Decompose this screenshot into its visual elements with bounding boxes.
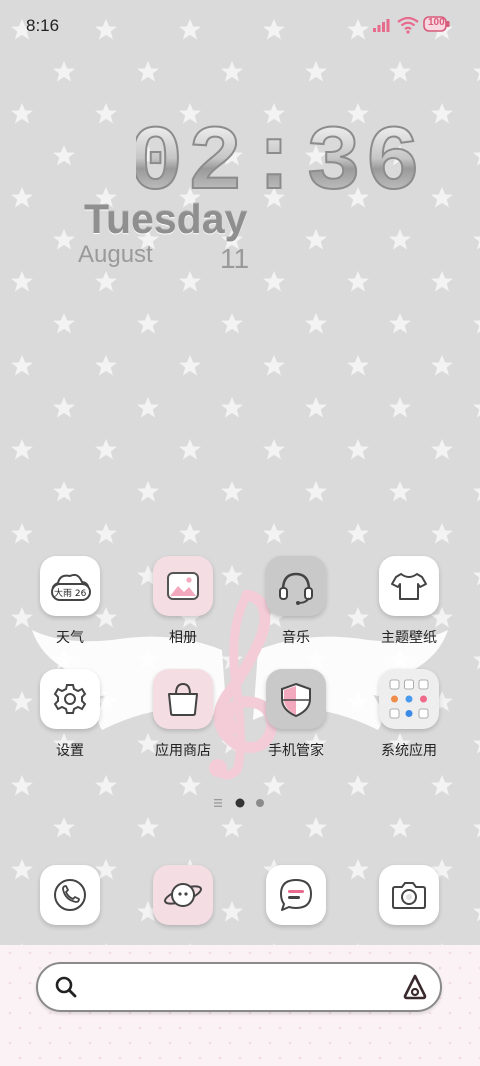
voice-assistant-icon[interactable]	[400, 972, 430, 1002]
gallery-icon	[153, 556, 213, 616]
settings-gear-icon	[40, 669, 100, 729]
app-store-bag-icon	[153, 669, 213, 729]
search-bar[interactable]	[36, 962, 442, 1012]
app-system-folder[interactable]: 系统应用	[364, 669, 454, 769]
phone-icon	[54, 879, 86, 911]
search-icon	[55, 976, 77, 998]
battery-level: 100	[428, 17, 445, 28]
theme-shirt-icon	[379, 556, 439, 616]
dock-camera[interactable]	[379, 865, 439, 925]
status-bar: 8:16 100	[0, 0, 480, 52]
app-label: 手机管家	[268, 743, 324, 759]
app-label: 应用商店	[155, 743, 211, 759]
wifi-icon	[397, 16, 419, 34]
app-weather[interactable]: 大雨 26 天气	[25, 556, 115, 656]
dock-messages[interactable]	[266, 865, 326, 925]
clock-month: August	[78, 241, 153, 268]
app-label: 音乐	[282, 630, 310, 646]
weather-badge: 大雨 26	[54, 589, 87, 599]
app-label: 天气	[56, 630, 84, 646]
app-label: 设置	[56, 743, 84, 759]
page-dot-active[interactable]	[235, 798, 245, 808]
clock-weekday: Tuesday	[84, 196, 248, 242]
messages-icon	[280, 879, 312, 911]
app-store[interactable]: 应用商店	[138, 669, 228, 769]
app-gallery[interactable]: 相册	[138, 556, 228, 656]
dock-phone[interactable]	[40, 865, 100, 925]
app-theme[interactable]: 主题壁纸	[364, 556, 454, 656]
clock-day: 11	[220, 243, 250, 274]
battery-icon: 100	[423, 15, 451, 33]
system-apps-folder-icon	[379, 669, 439, 729]
browser-planet-icon	[164, 883, 202, 907]
signal-icon	[373, 19, 390, 32]
status-time: 8:16	[26, 16, 60, 35]
page-list-icon	[214, 799, 222, 807]
app-music[interactable]: 音乐	[251, 556, 341, 656]
clock-digits: 02:36	[136, 110, 416, 210]
page-dot[interactable]	[256, 799, 264, 807]
dock-browser[interactable]	[153, 865, 213, 925]
app-phone-manager[interactable]: 手机管家	[251, 669, 341, 769]
camera-icon	[392, 882, 426, 909]
music-headphones-icon	[266, 556, 326, 616]
weather-icon: 大雨 26	[40, 556, 100, 616]
app-label: 系统应用	[381, 743, 437, 759]
app-settings[interactable]: 设置	[25, 669, 115, 769]
page-indicator[interactable]	[213, 796, 273, 810]
app-label: 主题壁纸	[381, 630, 437, 646]
phone-manager-shield-icon	[266, 669, 326, 729]
app-label: 相册	[169, 630, 197, 646]
